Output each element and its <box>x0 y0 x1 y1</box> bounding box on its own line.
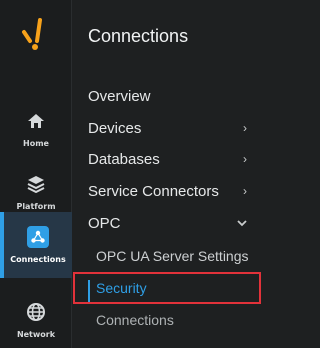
nav-subitem-label: OPC UA Server Settings <box>96 248 249 264</box>
nav-item-devices[interactable]: Devices › <box>88 113 247 143</box>
rail-item-connections[interactable]: Connections <box>0 212 72 278</box>
nav-item-label: Devices <box>88 119 142 137</box>
layers-icon <box>25 173 47 195</box>
rail-item-label: Platform <box>16 202 56 211</box>
nav-subitem-opc-ua-server-settings[interactable]: OPC UA Server Settings <box>96 242 253 270</box>
nav-item-service-connectors[interactable]: Service Connectors › <box>88 176 247 206</box>
selected-indicator <box>88 280 90 302</box>
nav-item-overview[interactable]: Overview <box>88 81 247 111</box>
nav-subitem-connections[interactable]: Connections <box>96 306 253 334</box>
nav-item-label: Service Connectors <box>88 182 219 200</box>
nav-subitem-label: Security <box>96 280 147 296</box>
panel-title: Connections <box>88 26 189 46</box>
rail-item-label: Network <box>16 330 56 339</box>
left-nav-rail: Home Platform Connections Network <box>0 0 72 348</box>
nav-item-databases[interactable]: Databases › <box>88 144 247 174</box>
nav-item-opc[interactable]: OPC <box>88 208 247 238</box>
nav-item-label: OPC <box>88 214 121 232</box>
chevron-down-icon <box>237 220 247 227</box>
chevron-right-icon: › <box>243 184 247 198</box>
rail-item-network[interactable]: Network <box>0 289 72 348</box>
nav-item-label: Overview <box>88 87 151 105</box>
app-logo-icon <box>22 18 42 50</box>
chevron-right-icon: › <box>243 121 247 135</box>
home-icon <box>25 110 47 132</box>
nav-item-label: Databases <box>88 150 160 168</box>
nav-subitem-security[interactable]: Security <box>96 274 253 302</box>
rail-item-label: Home <box>23 139 49 148</box>
nav-subitem-label: Connections <box>96 312 174 328</box>
rail-item-home[interactable]: Home <box>0 98 72 160</box>
rail-item-label: Connections <box>10 255 66 264</box>
globe-icon <box>25 301 47 323</box>
connections-icon <box>27 226 49 248</box>
chevron-right-icon: › <box>243 152 247 166</box>
connections-panel: Connections Overview Devices › Databases… <box>73 0 263 348</box>
